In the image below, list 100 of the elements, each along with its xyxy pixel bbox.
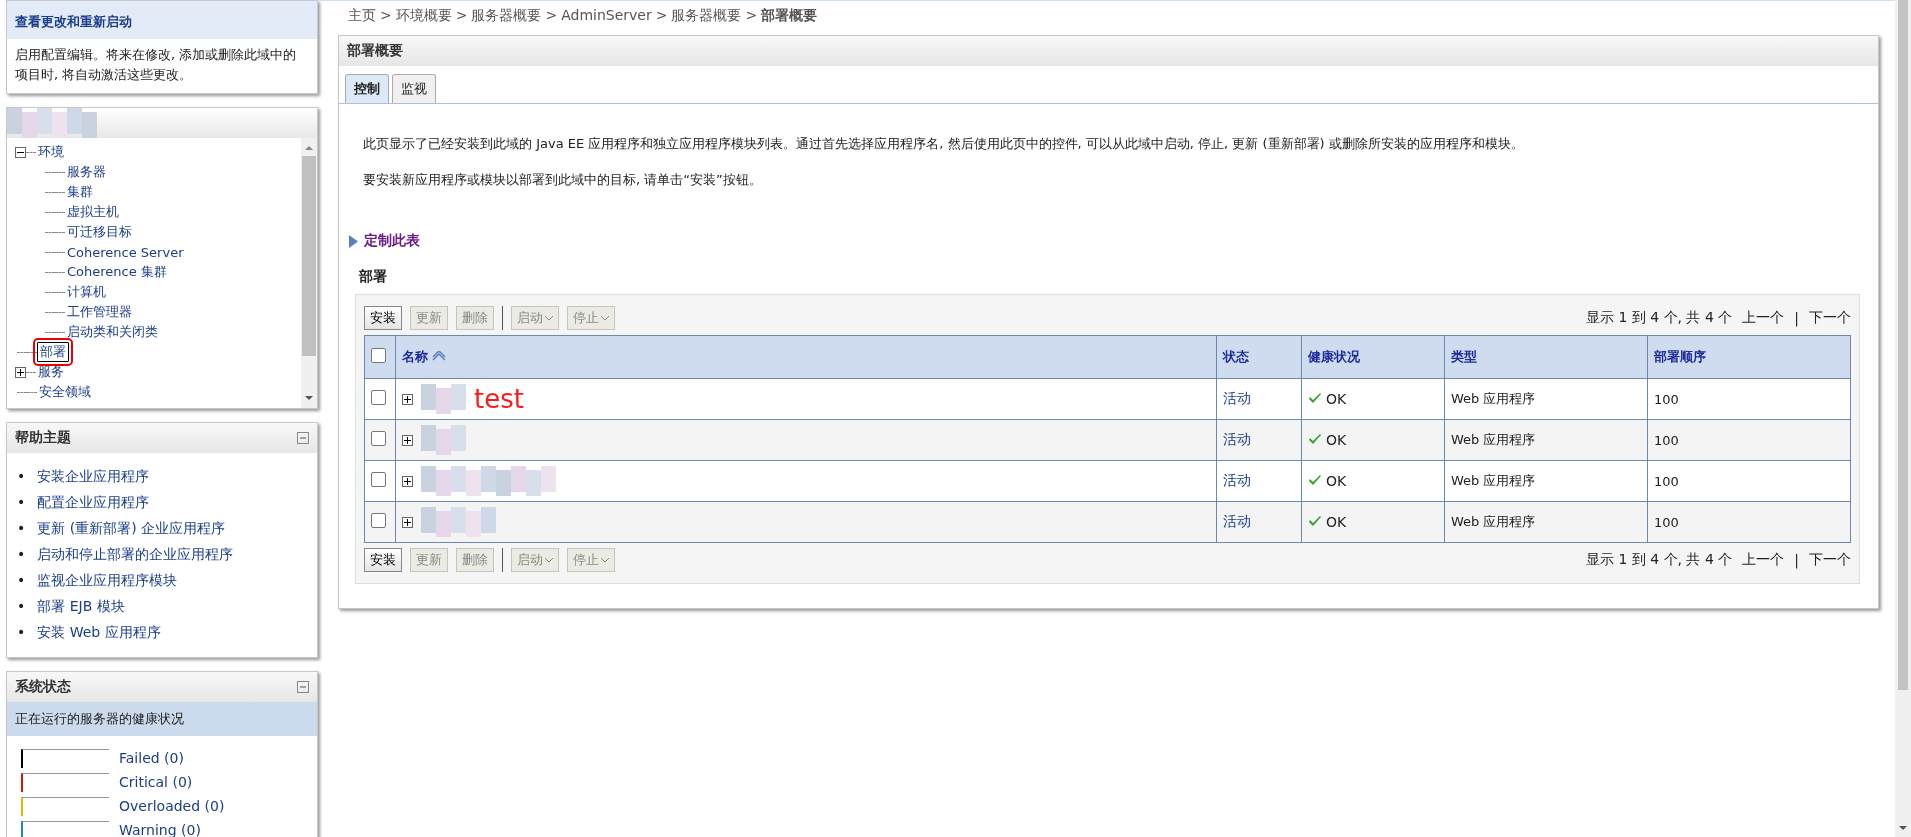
status-subtitle: 正在运行的服务器的健康状况 [7,702,317,736]
caret-icon [601,315,609,321]
state-link[interactable]: 活动 [1223,431,1251,447]
help-link[interactable]: 监视企业应用程序模块 [37,567,178,593]
table-cell: 100 [1647,501,1851,543]
panel-title: 部署概要 [347,42,403,60]
help-link[interactable]: 部署 EJB 模块 [37,593,125,619]
breadcrumb-link[interactable]: 部署概要 [761,7,818,25]
help-link[interactable]: 安装企业应用程序 [37,463,150,489]
help-link[interactable]: 启动和停止部署的企业应用程序 [37,541,234,567]
check-icon [1308,515,1322,528]
bullet: • [17,597,26,616]
customize-link[interactable]: 定制此表 [349,232,420,250]
table-cell: Web 应用程序 [1444,419,1648,461]
expand-icon[interactable] [402,475,413,487]
breadcrumb-separator: > [745,7,758,25]
column-header[interactable]: 类型 [1444,335,1648,379]
checkbox[interactable] [371,431,386,446]
scrollbar[interactable] [301,138,317,408]
table-cell: 100 [1647,378,1851,420]
tree-item[interactable]: Coherence Server [65,244,186,260]
breadcrumb-separator: > [455,7,468,25]
caret-icon [545,315,553,321]
tree-item[interactable]: 服务器 [65,163,108,181]
pagination-summary: 显示 1 到 4 个, 共 4 个 [1585,551,1733,569]
state-link[interactable]: 活动 [1223,472,1251,488]
tree-item[interactable]: 环境 [36,143,66,161]
table-cell: 100 [1647,460,1851,502]
toolbar-button[interactable]: 安装 [364,306,402,330]
checkbox[interactable] [371,472,386,487]
column-header[interactable]: 健康状况 [1301,335,1445,379]
table-title: 部署 [359,268,388,286]
scrollbar[interactable] [1895,0,1911,837]
tree-item[interactable]: 服务 [36,363,66,381]
breadcrumb-separator: > [380,7,392,25]
state-link[interactable]: 活动 [1223,390,1251,406]
check-icon [1308,474,1322,487]
expand-icon[interactable] [402,516,413,528]
health-text: OK [1326,390,1347,407]
health-text: OK [1326,431,1347,448]
help-link[interactable]: 配置企业应用程序 [37,489,150,515]
help-link[interactable]: 更新 (重新部署) 企业应用程序 [37,515,226,541]
breadcrumb-link[interactable]: AdminServer [561,7,652,25]
bullet: • [17,467,26,486]
breadcrumb-separator: > [655,7,668,25]
checkbox[interactable] [371,513,386,528]
help-link[interactable]: 安装 Web 应用程序 [37,619,161,645]
breadcrumb-link[interactable]: 环境概要 [395,7,452,25]
panel-title: 帮助主题 [15,429,71,447]
expand-icon[interactable] [402,393,413,405]
breadcrumb-link[interactable]: 服务器概要 [671,7,742,25]
bullet: • [17,519,26,538]
tree-item[interactable]: Coherence 集群 [65,263,169,281]
description-text: 此页显示了已经安装到此域的 Java EE 应用程序和独立应用程序模块列表。通过首先选择应用程序名, 然后使用此页中的控件, 可以从此域中启动, 停止, 更新 (重新部署) 或删除所安装的应用程序和模块。 [363,135,1525,153]
tab[interactable]: 监视 [392,74,436,103]
bullet: • [17,623,26,642]
toolbar-button[interactable]: 安装 [364,548,402,572]
panel-title: 系统状态 [15,678,71,696]
collapse-icon[interactable] [15,146,26,158]
tree-item[interactable]: 可迁移目标 [65,223,134,241]
description-text: 要安装新应用程序或模块以部署到此域中的目标, 请单击“安装”按钮。 [363,171,763,189]
tree-item[interactable]: 集群 [65,183,95,201]
triangle-icon [349,234,358,248]
check-icon [1308,433,1322,446]
checkbox[interactable] [371,348,386,363]
bullet: • [17,493,26,512]
state-link[interactable]: 活动 [1223,513,1251,529]
next-link[interactable]: 下一个 [1809,551,1851,569]
health-link[interactable]: Warning (0) [119,822,201,837]
column-header[interactable]: 名称 [395,335,1217,379]
table-cell: Web 应用程序 [1444,501,1648,543]
next-link[interactable]: 下一个 [1809,309,1851,327]
redaction-drawing [421,384,466,414]
health-link[interactable]: Failed (0) [119,750,184,766]
breadcrumb-separator: > [545,7,558,25]
bullet: • [17,545,26,564]
tree-item[interactable]: 虚拟主机 [65,203,121,221]
previous-link[interactable]: 上一个 [1742,309,1785,327]
health-link[interactable]: Critical (0) [119,774,193,790]
pager-separator: | [1794,310,1799,326]
caret-icon [545,557,553,563]
column-header[interactable]: 部署顺序 [1647,335,1851,379]
tab[interactable]: 控制 [345,74,389,103]
check-icon [1308,392,1322,405]
health-link[interactable]: Overloaded (0) [119,798,225,814]
expand-icon[interactable] [15,366,26,378]
checkbox[interactable] [371,390,386,405]
previous-link[interactable]: 上一个 [1742,551,1785,569]
pagination-summary: 显示 1 到 4 个, 共 4 个 [1585,309,1733,327]
tree-item[interactable]: 启动类和关闭类 [65,323,160,341]
health-text: OK [1326,472,1347,489]
breadcrumb-link[interactable]: 主页 [348,7,376,25]
tree-item[interactable]: 工作管理器 [65,303,134,321]
expand-icon[interactable] [402,434,413,446]
tree-item[interactable]: 计算机 [65,283,108,301]
health-text: OK [1326,513,1347,530]
column-header[interactable]: 状态 [1216,335,1302,379]
tree-item[interactable]: 安全领域 [37,383,93,401]
breadcrumb-link[interactable]: 服务器概要 [471,7,542,25]
table-cell: Web 应用程序 [1444,378,1648,420]
